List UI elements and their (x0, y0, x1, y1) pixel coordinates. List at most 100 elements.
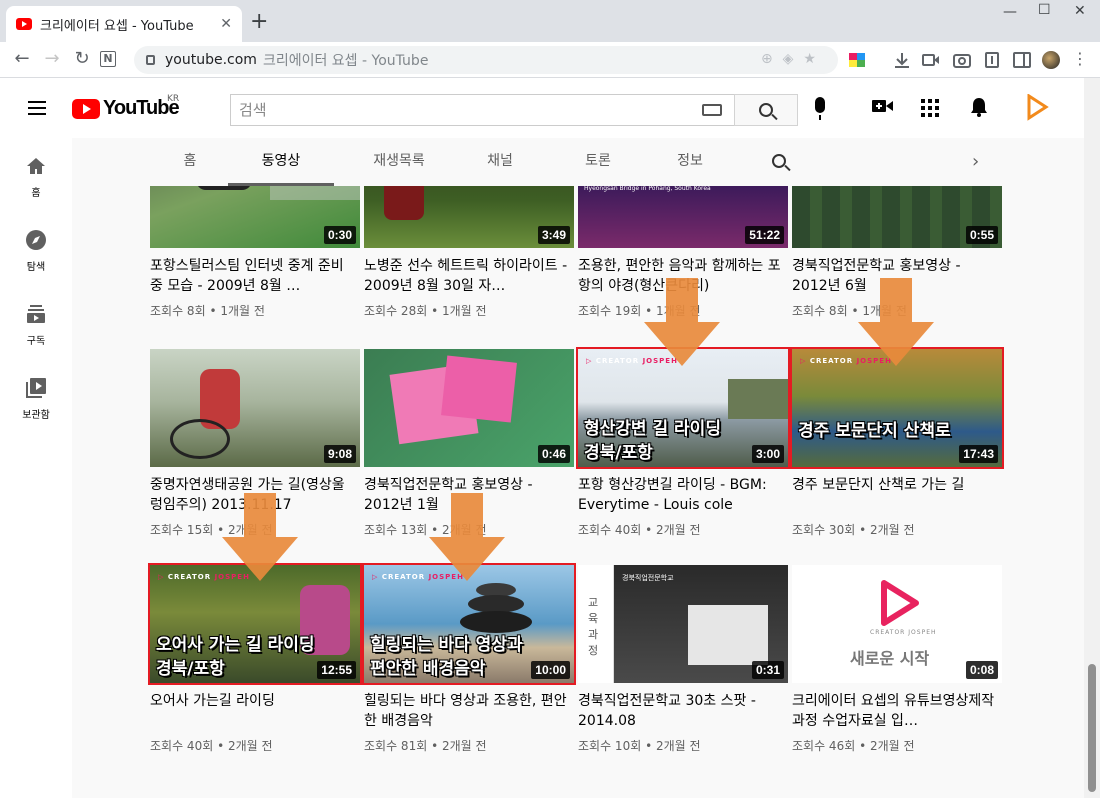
tab-about[interactable]: 정보 (662, 138, 718, 186)
hamburger-menu-icon[interactable] (28, 101, 46, 115)
video-meta: 조회수 28회 • 1개월 전 (364, 302, 487, 319)
sidebar-item-label: 보관함 (22, 410, 50, 421)
video-age: 2개월 전 (441, 739, 487, 753)
notifications-bell-icon[interactable] (970, 97, 988, 117)
video-meta: 조회수 46회 • 2개월 전 (792, 737, 915, 754)
meta-separator: • (205, 304, 221, 318)
video-duration: 0:55 (965, 226, 998, 244)
page-scrollbar[interactable] (1084, 78, 1100, 798)
sidepanel-icon[interactable] (1013, 52, 1031, 68)
video-title[interactable]: 경주 보문단지 산책로 가는 길 (792, 475, 998, 495)
maximize-icon[interactable]: ☐ (1038, 2, 1051, 18)
guide-sidebar: 홈 탐색 구독 보관함 (0, 138, 72, 798)
sidebar-item-explore[interactable]: 탐색 (0, 212, 72, 286)
video-age: 2개월 전 (227, 739, 273, 753)
tab-videos[interactable]: 동영상 (228, 138, 334, 186)
video-views: 조회수 19회 (578, 304, 642, 318)
search-icon (759, 103, 773, 117)
new-tab-button[interactable]: + (250, 11, 268, 33)
profile-avatar[interactable] (1042, 51, 1060, 69)
address-bar[interactable]: youtube.com 크리에이터 요셉 - YouTube ⊕◈★ (134, 46, 838, 74)
menu-kebab-icon[interactable]: ⋮ (1068, 49, 1092, 68)
tab-close-icon[interactable]: ✕ (220, 16, 232, 32)
camera-icon[interactable] (953, 52, 971, 68)
youtube-logo-icon (72, 98, 100, 119)
reader-icon[interactable] (983, 52, 1001, 68)
video-meta: 조회수 81회 • 2개월 전 (364, 737, 487, 754)
video-thumbnail[interactable]: 9:08 (150, 349, 360, 467)
browser-toolbar: ← → ↻ N youtube.com 크리에이터 요셉 - YouTube ⊕… (0, 42, 1100, 78)
microphone-icon[interactable] (815, 97, 825, 120)
video-title[interactable]: 오어사 가는길 라이딩 (150, 691, 356, 711)
meta-separator: • (641, 523, 656, 537)
meta-separator: • (641, 739, 656, 753)
apps-grid-icon[interactable] (921, 99, 939, 117)
youtube-page: YouTube KR 홈 탐색 구독 보관함 (0, 78, 1084, 798)
sidebar-item-home[interactable]: 홈 (0, 138, 72, 212)
channel-content: 0:30 포항스틸러스팀 인터넷 중계 준비 중 모습 - 2009년 8월 … 조… (72, 138, 1084, 798)
chevron-right-icon[interactable]: › (972, 151, 979, 172)
video-thumbnail[interactable]: 0:46 (364, 349, 574, 467)
account-avatar[interactable] (1024, 94, 1050, 122)
video-views: 조회수 10회 (578, 739, 642, 753)
youtube-logo[interactable]: YouTube KR (72, 94, 180, 120)
keyboard-icon[interactable] (702, 104, 722, 116)
meta-separator: • (855, 739, 870, 753)
video-age: 2개월 전 (869, 739, 915, 753)
create-video-icon[interactable] (872, 98, 894, 114)
video-views: 조회수 28회 (364, 304, 428, 318)
tab-discussion[interactable]: 토론 (568, 138, 628, 186)
close-window-icon[interactable]: ✕ (1074, 3, 1086, 19)
video-age: 2개월 전 (655, 523, 701, 537)
sidebar-item-subscriptions[interactable]: 구독 (0, 286, 72, 360)
video-thumbnail[interactable]: 교육과정 경북직업전문학교 0:31 (578, 565, 788, 683)
video-title[interactable]: 경북직업전문학교 30초 스팟 - 2014.08 (578, 691, 784, 731)
sidebar-item-label: 탐색 (26, 262, 46, 273)
color-picker-icon[interactable] (848, 52, 866, 68)
video-duration: 3:49 (537, 226, 570, 244)
browser-tab[interactable]: 크리에이터 요셉 - YouTube ✕ (6, 6, 242, 42)
compass-icon (26, 228, 46, 252)
reload-icon[interactable]: ↻ (70, 48, 94, 69)
video-duration: 0:08 (965, 661, 998, 679)
tab-title: 크리에이터 요셉 - YouTube (40, 18, 194, 34)
video-title[interactable]: 포항스틸러스팀 인터넷 중계 준비 중 모습 - 2009년 8월 … (150, 256, 356, 296)
sidebar-item-library[interactable]: 보관함 (0, 360, 72, 434)
video-meta: 조회수 8회 • 1개월 전 (150, 302, 265, 319)
video-title[interactable]: 포항 형산강변길 라이딩 - BGM: Everytime - Louis co… (578, 475, 784, 515)
omnibox-icons[interactable]: ⊕◈★ (761, 51, 826, 67)
video-title[interactable]: 힐링되는 바다 영상과 조용한, 편안한 배경음악 (364, 691, 570, 731)
video-age: 2개월 전 (655, 739, 701, 753)
meta-separator: • (427, 304, 442, 318)
search-box (230, 94, 734, 126)
search-button[interactable] (734, 94, 798, 126)
video-views: 조회수 30회 (792, 523, 856, 537)
video-views: 조회수 8회 (150, 304, 206, 318)
masthead: YouTube KR (0, 78, 1084, 138)
video-title[interactable]: 크리에이터 요셉의 유튜브영상제작과정 수업자료실 입… (792, 691, 998, 731)
video-capture-icon[interactable] (922, 52, 940, 68)
video-meta: 조회수 30회 • 2개월 전 (792, 521, 915, 538)
scrollbar-thumb[interactable] (1088, 664, 1096, 792)
video-title[interactable]: 노병준 선수 헤트트릭 하이라이트 - 2009년 8월 30일 자… (364, 256, 570, 296)
lock-icon (146, 55, 155, 65)
back-icon[interactable]: ← (10, 48, 34, 69)
video-duration: 0:46 (537, 445, 570, 463)
download-icon[interactable] (893, 52, 911, 68)
video-duration: 51:22 (745, 226, 784, 244)
meta-separator: • (427, 739, 442, 753)
search-input[interactable] (231, 95, 691, 125)
minimize-icon[interactable]: — (1003, 4, 1017, 20)
video-views: 조회수 40회 (578, 523, 642, 537)
tab-channels[interactable]: 채널 (470, 138, 530, 186)
tab-home[interactable]: 홈 (172, 138, 208, 186)
video-views: 조회수 81회 (364, 739, 428, 753)
video-thumbnail[interactable]: CREATOR JOSPEH 새로운 시작 0:08 (792, 565, 1002, 683)
forward-icon[interactable]: → (40, 48, 64, 69)
subscriptions-icon (26, 302, 46, 326)
tab-playlists[interactable]: 재생목록 (354, 138, 444, 186)
video-duration: 12:55 (317, 661, 356, 679)
channel-search-icon[interactable] (772, 153, 786, 172)
extension-n-icon[interactable]: N (100, 51, 116, 67)
annotation-arrow-icon (644, 278, 720, 366)
